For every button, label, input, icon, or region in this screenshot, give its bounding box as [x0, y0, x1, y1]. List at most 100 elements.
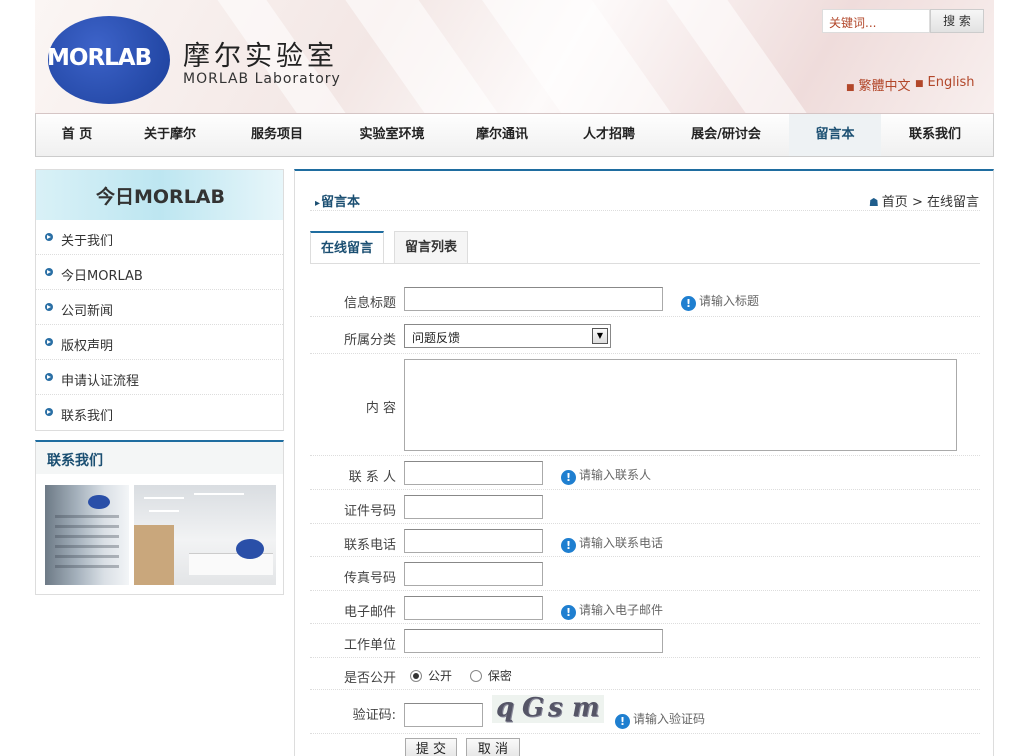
info-icon: ! [615, 714, 630, 729]
search-button[interactable]: 搜 索 [930, 9, 984, 33]
phone-hint: ! 请输入联系电话 [561, 534, 663, 553]
form-row-content: 内 容 [310, 354, 980, 456]
arrow-bullet-icon [45, 373, 53, 381]
lang-english-link[interactable]: ■ English [915, 75, 974, 90]
email-input[interactable] [404, 596, 543, 620]
sidebar-item-label: 版权声明 [61, 339, 114, 354]
contact-person-input[interactable] [404, 461, 543, 485]
company-input[interactable] [404, 629, 663, 653]
sidebar-item-contact-us[interactable]: 联系我们 [36, 395, 283, 430]
breadcrumb-separator: > [911, 195, 923, 210]
captcha-label: 验证码: [352, 708, 396, 723]
sidebar-item-today-morlab[interactable]: 今日MORLAB [36, 255, 283, 290]
divider [310, 210, 980, 211]
breadcrumb-home[interactable]: 首页 [882, 195, 908, 210]
home-icon: ☗ [868, 196, 879, 209]
logo-chinese-name: 摩尔实验室 [183, 41, 338, 72]
radio-public[interactable] [410, 670, 422, 682]
form-row-fax: 传真号码 [310, 557, 980, 591]
contact-person-label: 联 系 人 [348, 470, 396, 485]
sidebar-contact-box: 联系我们 [35, 440, 284, 595]
bullet-icon: ■ [915, 79, 924, 89]
form-actions: 提 交 取 消 [310, 738, 980, 756]
logo-english-name: MORLAB Laboratory [183, 71, 341, 87]
nav-item-guestbook[interactable]: 留言本 [789, 114, 881, 156]
captcha-hint-text: 请输入验证码 [633, 712, 706, 726]
email-hint: ! 请输入电子邮件 [561, 601, 663, 620]
fax-label: 传真号码 [343, 571, 396, 586]
public-option[interactable]: 公开 [410, 669, 452, 683]
sidebar-item-label: 关于我们 [61, 234, 114, 249]
fax-input[interactable] [404, 562, 543, 586]
arrow-bullet-icon [45, 338, 53, 346]
phone-input[interactable] [404, 529, 543, 553]
sidebar-item-label: 联系我们 [61, 409, 114, 424]
info-icon: ! [681, 296, 696, 311]
email-label: 电子邮件 [343, 605, 396, 620]
tab-online-message[interactable]: 在线留言 [310, 231, 385, 263]
main-nav: 首 页 关于摩尔 服务项目 实验室环境 摩尔通讯 人才招聘 展会/研讨会 留言本… [35, 113, 994, 157]
category-selected-value: 问题反馈 [412, 331, 461, 345]
arrow-bullet-icon [45, 233, 53, 241]
sidebar-menu: 今日MORLAB 关于我们 今日MORLAB 公司新闻 版权声明 申请认证流程 … [35, 169, 284, 431]
private-option[interactable]: 保密 [469, 669, 512, 683]
nav-item-home[interactable]: 首 页 [46, 114, 108, 156]
tab-divider [310, 263, 980, 264]
contact-title: 联系我们 [36, 442, 283, 474]
title-hint: ! 请输入标题 [681, 292, 759, 311]
search-input[interactable]: 关键词... [822, 9, 930, 33]
title-label: 信息标题 [343, 296, 396, 311]
submit-button[interactable]: 提 交 [405, 738, 457, 756]
sidebar-item-label: 今日MORLAB [61, 269, 143, 284]
radio-private[interactable] [469, 670, 482, 682]
nav-item-contact[interactable]: 联系我们 [894, 114, 976, 156]
captcha-char: s [548, 695, 563, 723]
captcha-image[interactable]: q G s m [492, 695, 604, 723]
nav-item-newsletter[interactable]: 摩尔通讯 [464, 114, 540, 156]
title-hint-text: 请输入标题 [699, 294, 760, 308]
form-row-category: 所属分类 问题反馈 ▼ [310, 317, 980, 354]
sidebar-item-label: 申请认证流程 [61, 374, 140, 389]
sidebar-item-certification-process[interactable]: 申请认证流程 [36, 360, 283, 395]
form-row-company: 工作单位 [310, 624, 980, 658]
sidebar-item-copyright[interactable]: 版权声明 [36, 325, 283, 360]
category-label: 所属分类 [343, 333, 396, 348]
contact-person-hint-text: 请输入联系人 [579, 468, 652, 482]
id-number-input[interactable] [404, 495, 543, 519]
main-content: 留言本 ☗首页 > 在线留言 在线留言 留言列表 信息标题 !请输入标题 所属分… [294, 169, 994, 756]
private-option-label: 保密 [487, 669, 512, 683]
captcha-input[interactable] [404, 703, 483, 727]
form-row-email: 电子邮件 ! 请输入电子邮件 [310, 591, 980, 624]
form-row-contact-person: 联 系 人 ! 请输入联系人 [310, 456, 980, 490]
content-textarea[interactable] [404, 359, 957, 451]
tab-message-list[interactable]: 留言列表 [394, 231, 469, 263]
id-number-label: 证件号码 [343, 504, 396, 519]
nav-item-about[interactable]: 关于摩尔 [132, 114, 208, 156]
arrow-bullet-icon [45, 303, 53, 311]
lang-traditional-link[interactable]: ■ 繁體中文 [846, 75, 911, 94]
nav-item-lab-environment[interactable]: 实验室环境 [344, 114, 440, 156]
form-row-title: 信息标题 ! 请输入标题 [310, 281, 980, 317]
nav-item-careers[interactable]: 人才招聘 [570, 114, 648, 156]
cancel-button[interactable]: 取 消 [466, 738, 520, 756]
breadcrumb-current: 在线留言 [926, 195, 979, 210]
contact-person-hint: ! 请输入联系人 [561, 466, 651, 485]
content-label: 内 容 [365, 401, 396, 416]
lang-traditional-label: 繁體中文 [858, 79, 911, 94]
info-icon: ! [561, 538, 576, 553]
captcha-char: q [496, 695, 515, 723]
title-input[interactable] [404, 287, 663, 311]
sidebar-item-company-news[interactable]: 公司新闻 [36, 290, 283, 325]
info-icon: ! [561, 605, 576, 620]
sidebar-title: 今日MORLAB [36, 170, 283, 220]
sidebar-item-about-us[interactable]: 关于我们 [36, 220, 283, 255]
logo-text[interactable]: MORLAB [47, 45, 152, 71]
form-row-public: 是否公开 公开 保密 [310, 658, 980, 690]
nav-item-exhibitions[interactable]: 展会/研讨会 [676, 114, 776, 156]
category-select[interactable]: 问题反馈 ▼ [404, 324, 611, 348]
nav-item-services[interactable]: 服务项目 [236, 114, 318, 156]
breadcrumb: ☗ 首页 > 在线留言 [869, 191, 979, 210]
dropdown-arrow-icon[interactable]: ▼ [592, 328, 608, 344]
form-row-phone: 联系电话 ! 请输入联系电话 [310, 524, 980, 557]
captcha-hint: ! 请输入验证码 [615, 710, 705, 729]
